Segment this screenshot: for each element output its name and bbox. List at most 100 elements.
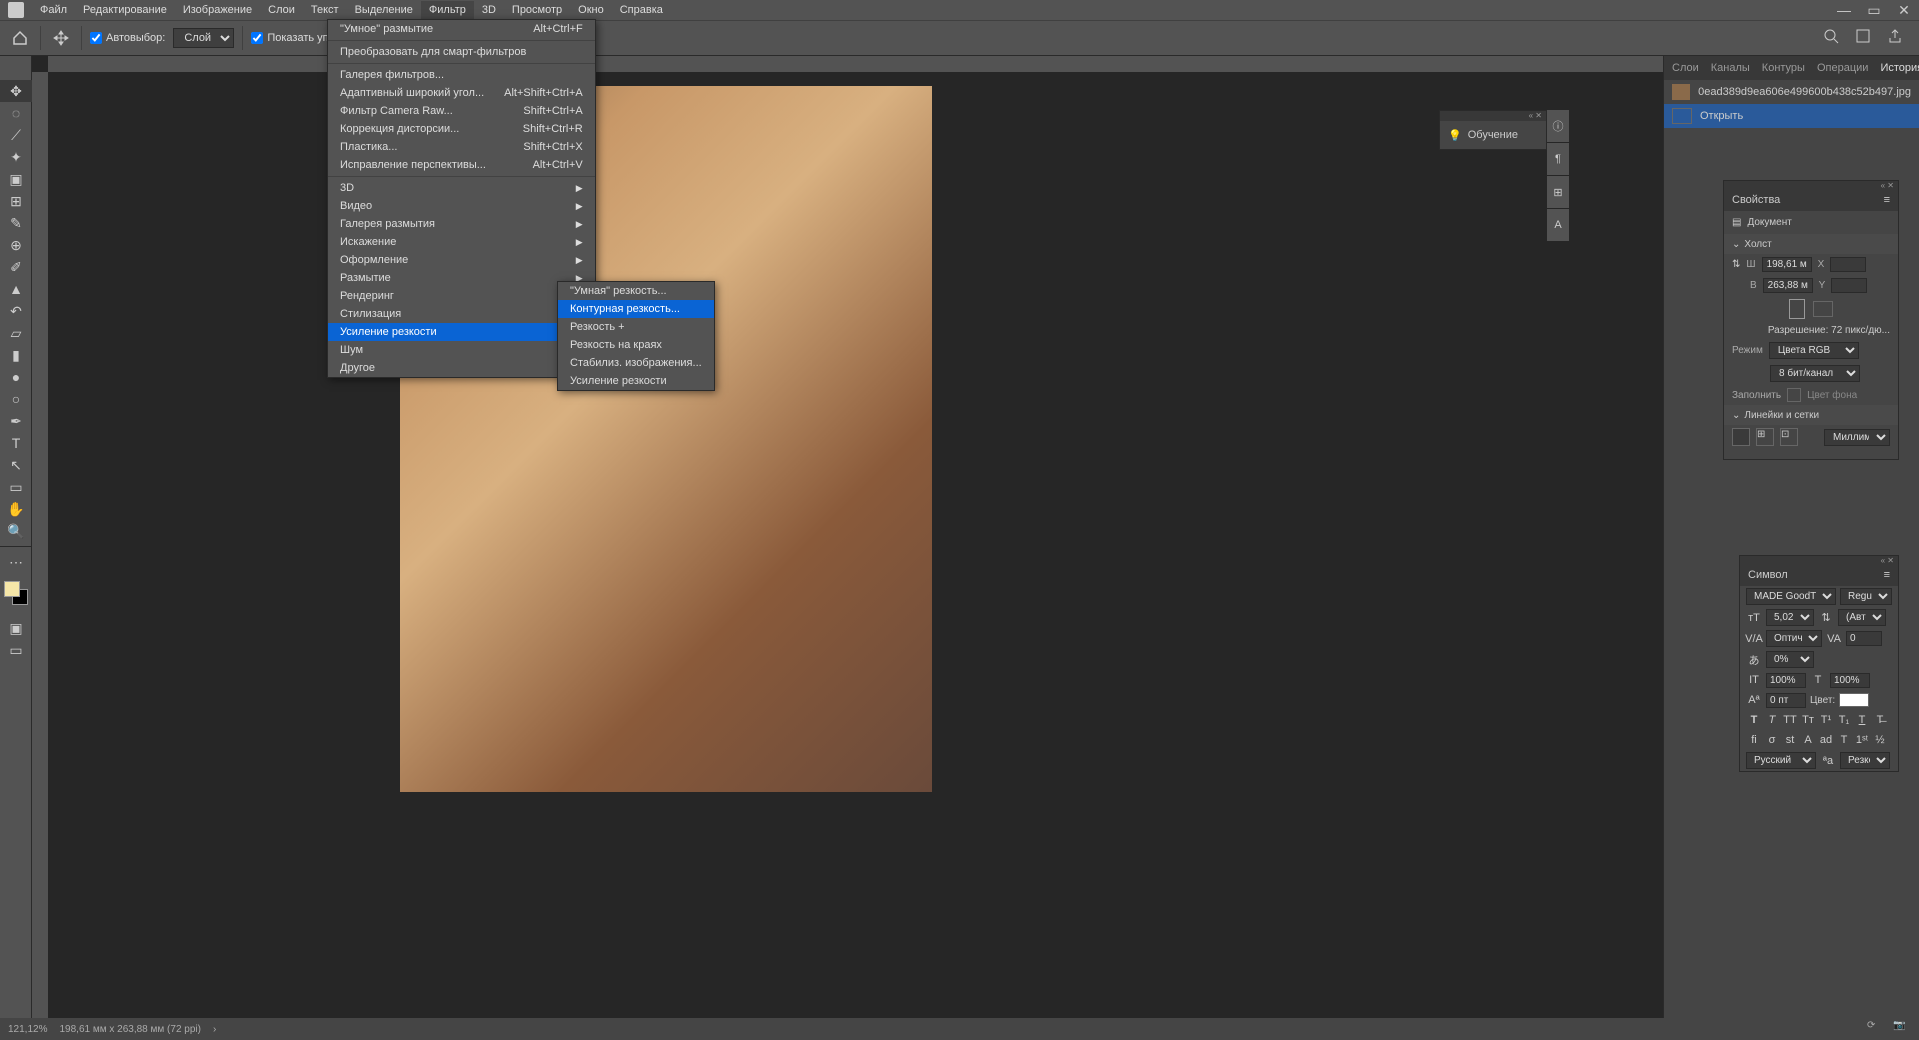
wand-tool[interactable]: ✦ <box>0 146 32 168</box>
healing-tool[interactable]: ⊕ <box>0 234 32 256</box>
frame-tool[interactable]: ⊞ <box>0 190 32 212</box>
bold-icon[interactable]: T <box>1746 712 1762 728</box>
text-color-swatch[interactable] <box>1839 693 1869 707</box>
tracking-input[interactable] <box>1846 631 1882 646</box>
height-input[interactable] <box>1763 278 1813 293</box>
opentype-icon[interactable]: fi <box>1746 732 1762 748</box>
move-tool[interactable]: ✥ <box>0 80 32 102</box>
close-icon[interactable]: ✕ <box>1535 111 1542 121</box>
portrait-icon[interactable] <box>1789 299 1805 319</box>
fill-swatch[interactable] <box>1787 388 1801 402</box>
menu-item[interactable]: Коррекция дисторсии...Shift+Ctrl+R <box>328 120 595 138</box>
gradient-tool[interactable]: ▮ <box>0 344 32 366</box>
layer-select[interactable]: Слой <box>173 28 234 48</box>
type-tool[interactable]: T <box>0 432 32 454</box>
menu-item[interactable]: Преобразовать для смарт-фильтров <box>328 43 595 61</box>
menu-item[interactable]: Усиление резкости▶ <box>328 323 595 341</box>
menu-слои[interactable]: Слои <box>260 1 303 19</box>
grid-icon[interactable]: ⊞ <box>1756 428 1774 446</box>
orientation-icon[interactable]: ⇅ <box>1732 259 1740 270</box>
italic-icon[interactable]: T <box>1764 712 1780 728</box>
canvas-section[interactable]: ⌄Холст <box>1724 234 1898 254</box>
width-input[interactable] <box>1762 257 1812 272</box>
language-select[interactable]: Русский <box>1746 752 1816 769</box>
sync-icon[interactable]: ⟳ <box>1867 1020 1885 1038</box>
menu-item[interactable]: Видео▶ <box>328 197 595 215</box>
glyphs-icon[interactable]: ⊞ <box>1547 176 1569 208</box>
dodge-tool[interactable]: ○ <box>0 388 32 410</box>
info-icon[interactable]: ⓘ <box>1547 110 1569 142</box>
y-input[interactable] <box>1831 278 1867 293</box>
kerning-select[interactable]: Оптически ... <box>1766 630 1822 647</box>
vscale-input[interactable] <box>1766 673 1806 688</box>
menu-редактирование[interactable]: Редактирование <box>75 1 175 19</box>
canvas-area[interactable]: « ✕ 💡 Обучение ⓘ ¶ ⊞ A <box>32 56 1663 1018</box>
landscape-icon[interactable] <box>1813 301 1833 317</box>
menu-изображение[interactable]: Изображение <box>175 1 260 19</box>
menu-item[interactable]: Размытие▶ <box>328 269 595 287</box>
menu-item[interactable]: Исправление перспективы...Alt+Ctrl+V <box>328 156 595 174</box>
menu-item[interactable]: Рендеринг▶ <box>328 287 595 305</box>
menu-item[interactable]: Искажение▶ <box>328 233 595 251</box>
hscale-input[interactable] <box>1830 673 1870 688</box>
chevron-right-icon[interactable]: › <box>213 1024 216 1035</box>
menu-item[interactable]: Оформление▶ <box>328 251 595 269</box>
submenu-item[interactable]: Усиление резкости <box>558 372 714 390</box>
ruler-icon[interactable] <box>1732 428 1750 446</box>
marquee-tool[interactable]: ◌ <box>0 102 32 124</box>
strike-icon[interactable]: T̶ <box>1872 712 1888 728</box>
underline-icon[interactable]: T <box>1854 712 1870 728</box>
edit-toolbar-icon[interactable]: ⋯ <box>0 551 32 573</box>
panel-tab-контуры[interactable]: Контуры <box>1762 62 1805 74</box>
depth-select[interactable]: 8 бит/канал <box>1770 365 1860 382</box>
menu-справка[interactable]: Справка <box>612 1 671 19</box>
history-brush-tool[interactable]: ↶ <box>0 300 32 322</box>
submenu-item[interactable]: Контурная резкость... <box>558 300 714 318</box>
menu-текст[interactable]: Текст <box>303 1 347 19</box>
menu-фильтр[interactable]: Фильтр <box>421 1 474 19</box>
submenu-item[interactable]: Стабилиз. изображения... <box>558 354 714 372</box>
submenu-item[interactable]: Резкость на краях <box>558 336 714 354</box>
rulers-section[interactable]: ⌄Линейки и сетки <box>1724 405 1898 425</box>
paragraph-icon[interactable]: ¶ <box>1547 143 1569 175</box>
font-size-select[interactable]: 5,02 пт <box>1766 609 1814 626</box>
search-icon[interactable] <box>1823 28 1843 48</box>
screenmode-icon[interactable]: ▭ <box>0 639 32 661</box>
opentype-icon[interactable]: ad <box>1818 732 1834 748</box>
font-style-select[interactable]: Regular <box>1840 588 1892 605</box>
panel-menu-icon[interactable]: ≡ <box>1884 194 1890 206</box>
font-family-select[interactable]: MADE GoodTime ... <box>1746 588 1836 605</box>
mode-select[interactable]: Цвета RGB <box>1769 342 1859 359</box>
collapse-icon[interactable]: « <box>1529 111 1533 121</box>
panel-tab-операции[interactable]: Операции <box>1817 62 1868 74</box>
menu-файл[interactable]: Файл <box>32 1 75 19</box>
menu-item[interactable]: Стилизация▶ <box>328 305 595 323</box>
pen-tool[interactable]: ✒ <box>0 410 32 432</box>
home-icon[interactable] <box>8 26 32 50</box>
learn-label[interactable]: Обучение <box>1468 129 1518 141</box>
eyedropper-tool[interactable]: ✎ <box>0 212 32 234</box>
submenu-item[interactable]: "Умная" резкость... <box>558 282 714 300</box>
menu-3d[interactable]: 3D <box>474 1 504 19</box>
menu-item[interactable]: Другое▶ <box>328 359 595 377</box>
eraser-tool[interactable]: ▱ <box>0 322 32 344</box>
menu-item[interactable]: Фильтр Camera Raw...Shift+Ctrl+A <box>328 102 595 120</box>
minimize-button[interactable]: — <box>1829 0 1859 20</box>
path-tool[interactable]: ↖ <box>0 454 32 476</box>
crop-tool[interactable]: ▣ <box>0 168 32 190</box>
opentype-icon[interactable]: T <box>1836 732 1852 748</box>
shape-tool[interactable]: ▭ <box>0 476 32 498</box>
panel-tab-история[interactable]: История <box>1880 62 1919 74</box>
panel-tab-каналы[interactable]: Каналы <box>1711 62 1750 74</box>
menu-item[interactable]: "Умное" размытиеAlt+Ctrl+F <box>328 20 595 38</box>
smallcaps-icon[interactable]: Tт <box>1800 712 1816 728</box>
hand-tool[interactable]: ✋ <box>0 498 32 520</box>
guides-icon[interactable]: ⊡ <box>1780 428 1798 446</box>
close-button[interactable]: ✕ <box>1889 0 1919 20</box>
char-style-icon[interactable]: A <box>1547 209 1569 241</box>
opentype-icon[interactable]: A <box>1800 732 1816 748</box>
menu-просмотр[interactable]: Просмотр <box>504 1 570 19</box>
history-state[interactable]: Открыть <box>1664 104 1919 128</box>
auto-select-checkbox[interactable]: Автовыбор: <box>90 32 165 44</box>
history-snapshot[interactable]: 0ead389d9ea606e499600b438c52b497.jpg <box>1664 80 1919 104</box>
